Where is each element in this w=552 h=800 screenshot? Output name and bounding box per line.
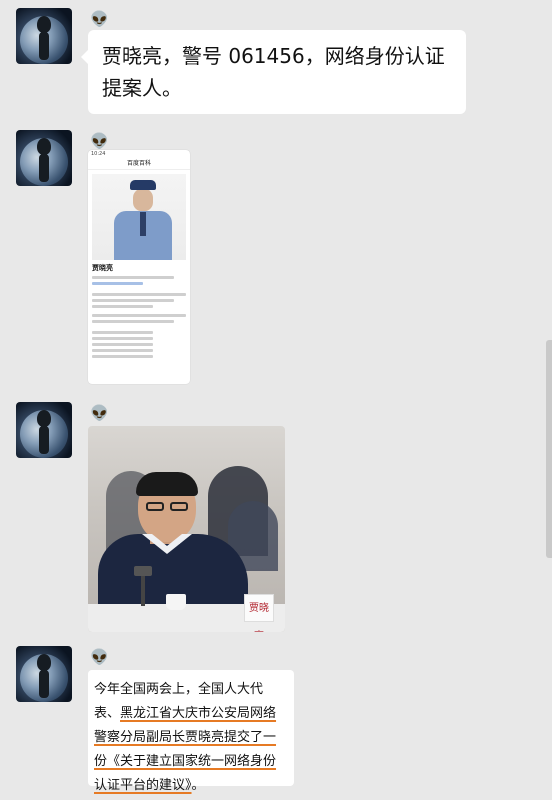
text-line — [92, 305, 154, 308]
alien-emoji-icon: 👽 — [90, 132, 109, 150]
alien-emoji-icon: 👽 — [90, 404, 109, 422]
alien-avatar-icon[interactable] — [16, 646, 72, 702]
text-line — [92, 337, 154, 340]
alien-avatar-icon[interactable] — [16, 402, 72, 458]
message-text: 贾晓亮，警号 061456，网络身份认证提案人。 — [102, 44, 445, 100]
profile-photo — [92, 174, 186, 260]
text-line — [92, 349, 154, 352]
glasses-left — [146, 502, 164, 511]
text-line — [92, 314, 186, 317]
name-sign: 贾晓亮 — [244, 594, 274, 632]
image-message-encyclopedia[interactable]: 10:24 百度百科 贾晓亮 — [88, 150, 190, 384]
face-shape — [133, 189, 153, 211]
text-line — [92, 299, 174, 302]
profile-name: 贾晓亮 — [92, 264, 113, 272]
microphone-stem — [141, 574, 145, 606]
scrollbar[interactable] — [546, 340, 552, 558]
status-time: 10:24 — [91, 151, 106, 157]
glasses-right — [170, 502, 188, 511]
message-text-end: 。 — [191, 778, 205, 793]
alien-avatar-icon[interactable] — [16, 8, 72, 64]
text-bubble[interactable]: 贾晓亮，警号 061456，网络身份认证提案人。 — [81, 30, 466, 114]
alien-head — [37, 654, 51, 671]
alien-head — [37, 16, 51, 33]
alien-body — [39, 670, 49, 698]
alien-emoji-icon: 👽 — [90, 10, 109, 28]
text-line — [92, 282, 143, 285]
alien-body — [39, 32, 49, 60]
alien-avatar-icon[interactable] — [16, 130, 72, 186]
text-line — [92, 293, 186, 296]
text-line — [92, 343, 154, 346]
alien-body — [39, 154, 49, 182]
cup-shape — [166, 594, 186, 610]
hair-shape — [136, 472, 198, 496]
message-text-proposal-title: 《关于建立国家统一网络身份认证平台的建议》 — [94, 754, 277, 793]
page-title: 百度百科 — [126, 160, 151, 167]
tie-shape — [140, 212, 146, 236]
alien-head — [37, 138, 51, 155]
page-header: 百度百科 — [88, 158, 190, 170]
alien-body — [39, 426, 49, 454]
alien-head — [37, 410, 51, 427]
text-bubble[interactable]: 今年全国两会上，全国人大代表、黑龙江省大庆市公安局网络警察分局副局长贾晓亮提交了… — [88, 670, 294, 793]
microphone-icon — [134, 566, 152, 576]
alien-emoji-icon: 👽 — [90, 648, 109, 666]
status-bar: 10:24 — [88, 150, 190, 158]
cap-shape — [130, 180, 156, 190]
text-line — [92, 331, 154, 334]
text-line — [92, 320, 174, 323]
text-line — [92, 276, 174, 279]
text-line — [92, 355, 154, 358]
image-message-photo[interactable]: 贾晓亮 — [88, 426, 285, 632]
